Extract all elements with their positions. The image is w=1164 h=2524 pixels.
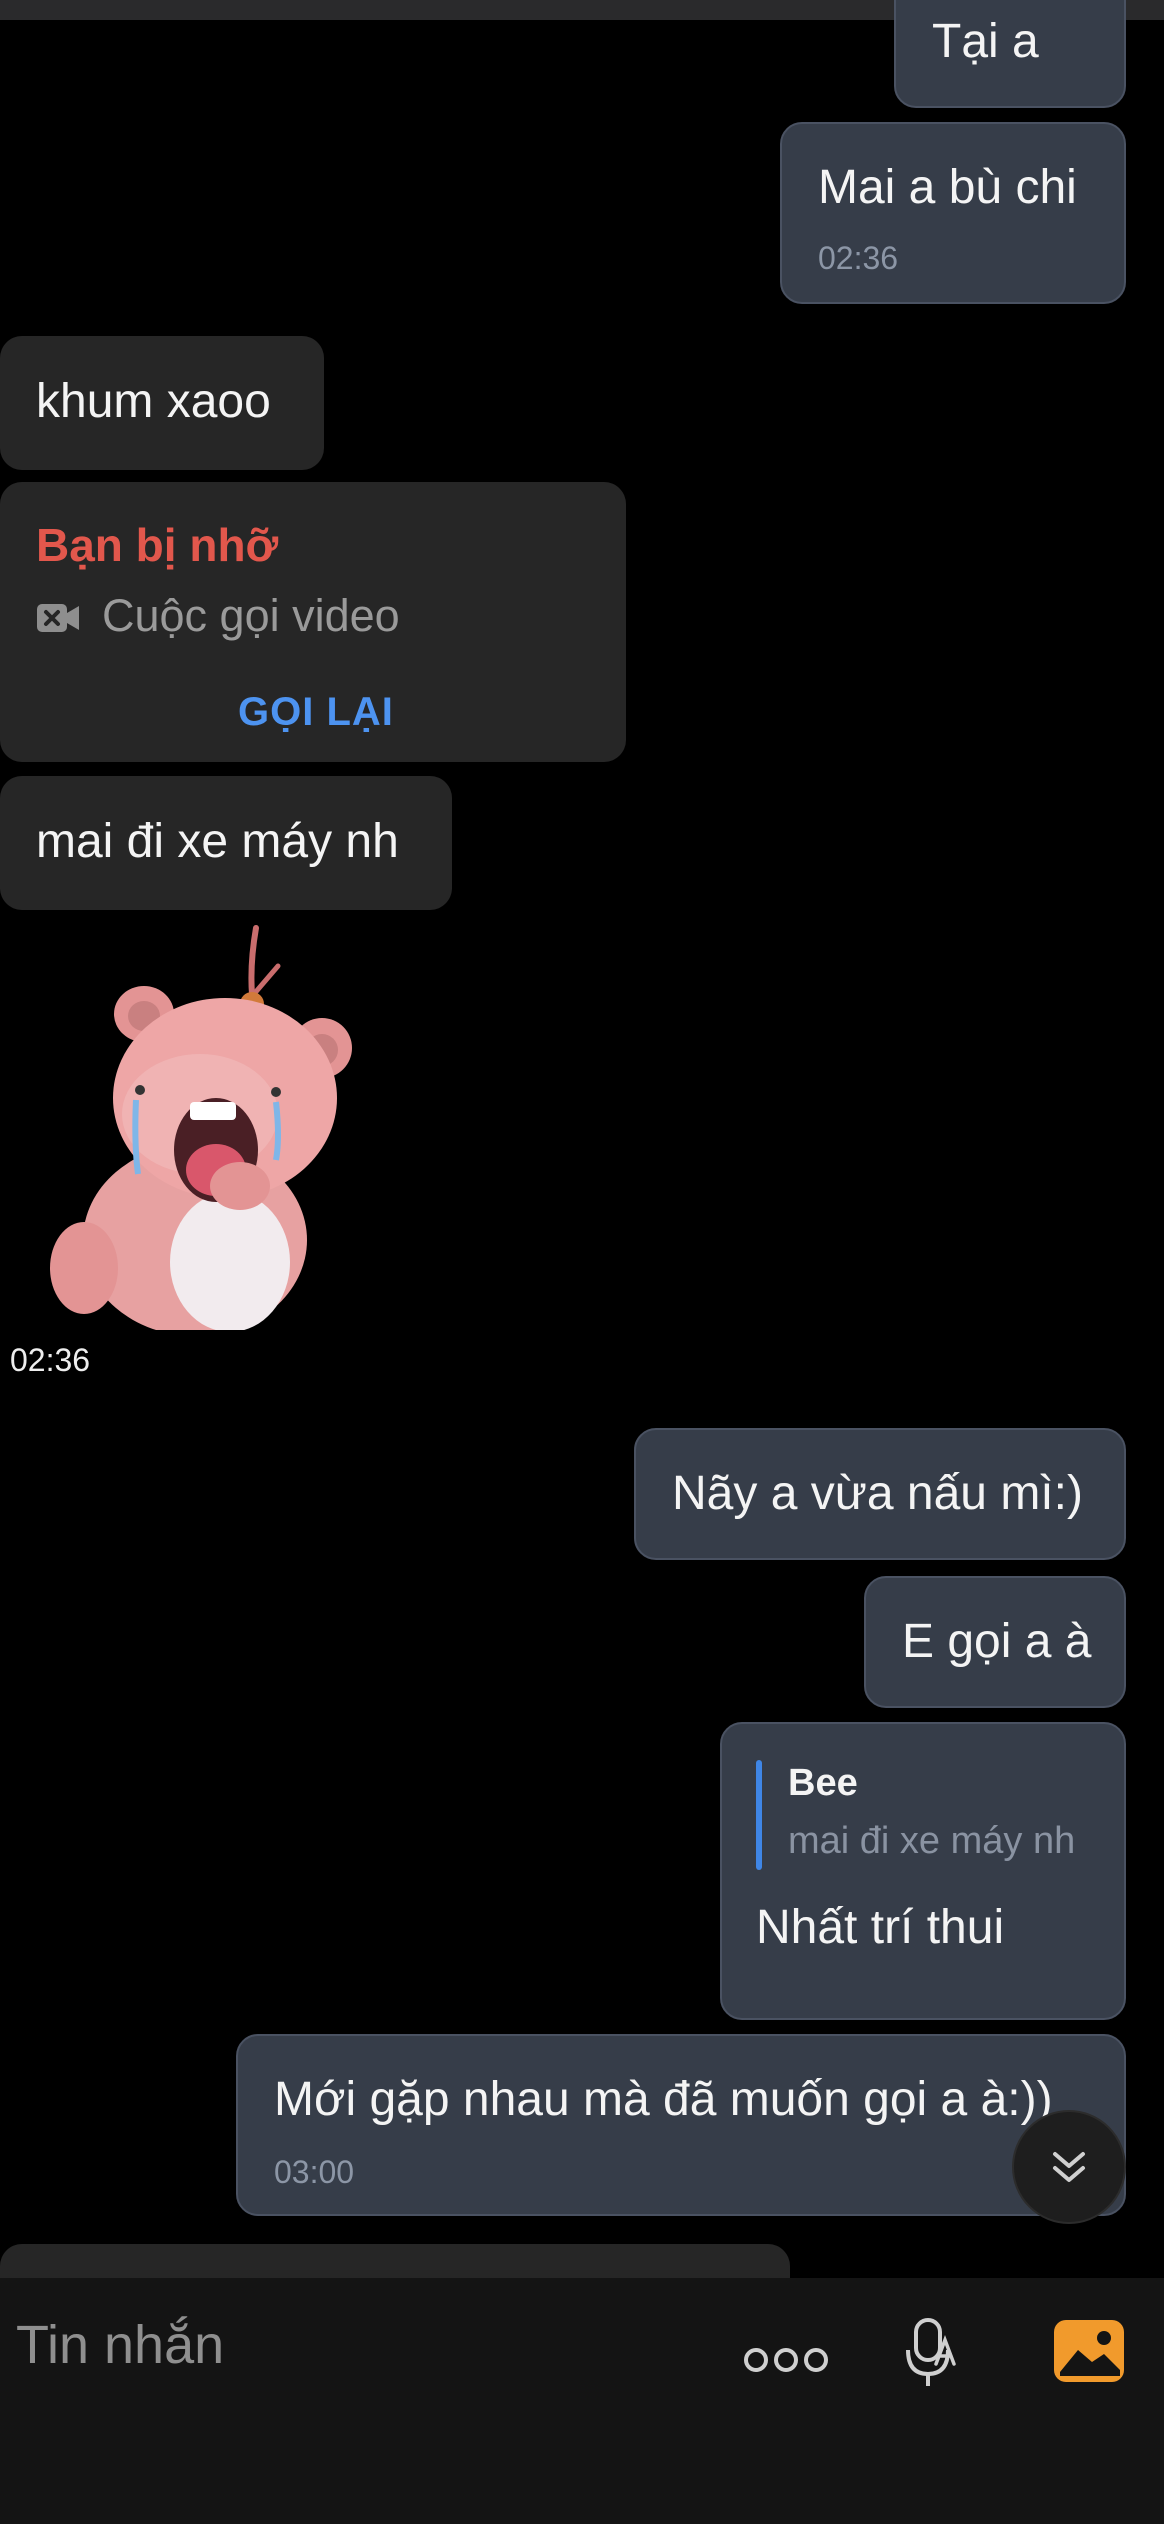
message-time: 02:36 <box>818 240 899 276</box>
message-text: khum xaoo <box>36 375 271 428</box>
message-input[interactable]: Tin nhắn <box>16 2314 224 2376</box>
sent-message[interactable]: Nãy a vừa nấu mì:) <box>634 1428 1126 1560</box>
missed-call-type: Cuộc gọi video <box>102 590 400 641</box>
message-time: 03:00 <box>274 2154 355 2190</box>
sent-message[interactable]: E gọi a à <box>864 1576 1126 1708</box>
call-back-button[interactable]: GỌI LẠI <box>238 690 394 735</box>
sent-message[interactable]: Tại a <box>894 0 1126 108</box>
message-text: Tại a <box>932 15 1039 68</box>
quoted-text: mai đi xe máy nh <box>788 1820 1076 1862</box>
microphone-icon[interactable] <box>904 2316 958 2395</box>
sent-message[interactable]: Mới gặp nhau mà đã muốn gọi a à:)) 03:00 <box>236 2034 1126 2216</box>
missed-call-card: Bạn bị nhỡ Cuộc gọi video GỌI LẠI <box>0 482 626 762</box>
video-camera-missed-icon <box>36 600 80 641</box>
reply-message[interactable]: Bee mai đi xe máy nh Nhất trí thui <box>720 1722 1126 2020</box>
sticker-time: 02:36 <box>10 1342 91 1378</box>
quoted-sender: Bee <box>788 1762 858 1804</box>
more-dots-icon[interactable] <box>744 2344 828 2381</box>
message-input-bar: Tin nhắn <box>0 2278 1164 2524</box>
message-text: Nãy a vừa nấu mì:) <box>672 1467 1083 1520</box>
message-text: mai đi xe máy nh <box>36 815 399 868</box>
message-text: Mai a bù chi <box>818 161 1077 214</box>
quote-bar <box>756 1760 762 1870</box>
scroll-to-bottom-button[interactable] <box>1012 2110 1126 2224</box>
missed-call-title: Bạn bị nhỡ <box>36 519 279 571</box>
image-icon[interactable] <box>1052 2318 1126 2389</box>
message-text: Mới gặp nhau mà đã muốn gọi a à:)) <box>274 2073 1053 2126</box>
sent-message[interactable]: Mai a bù chi 02:36 <box>780 122 1126 304</box>
received-message[interactable]: mai đi xe máy nh <box>0 776 452 910</box>
received-message[interactable]: khum xaoo <box>0 336 324 470</box>
message-text: E gọi a à <box>902 1615 1092 1668</box>
sticker[interactable] <box>40 924 370 1336</box>
double-chevron-down-icon <box>1049 2146 1089 2191</box>
message-text: Nhất trí thui <box>756 1901 1005 1954</box>
